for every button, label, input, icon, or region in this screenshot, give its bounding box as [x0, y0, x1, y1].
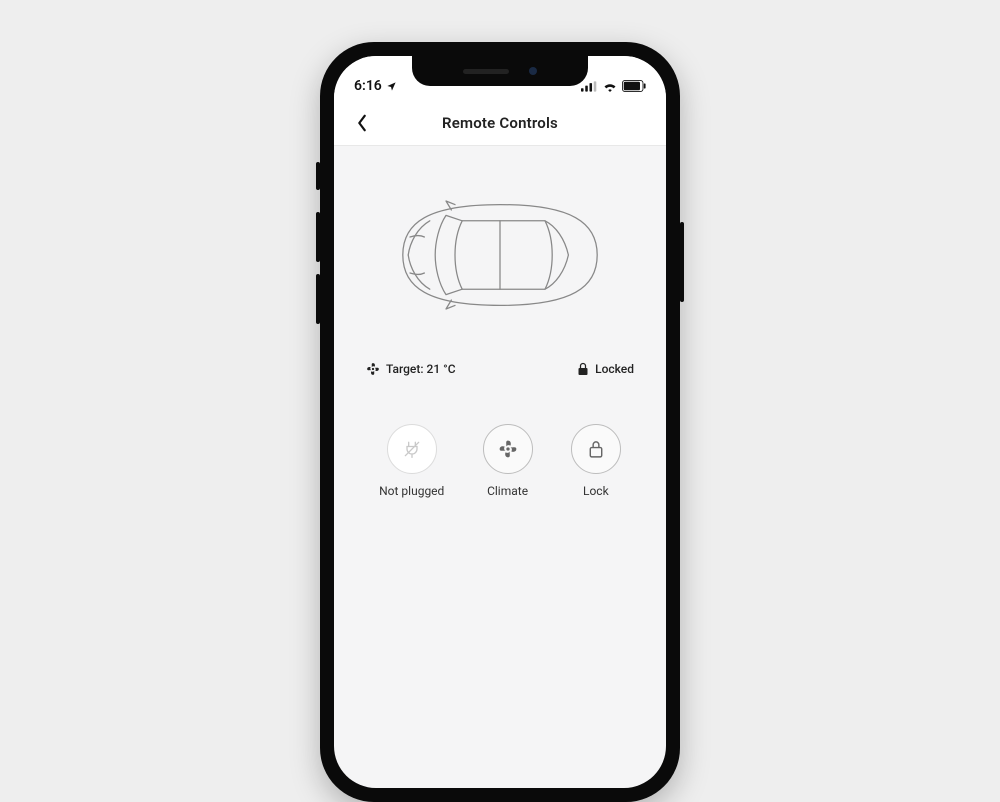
content-area: Target: 21 °C Locked: [334, 146, 666, 498]
lock-status: Locked: [577, 362, 634, 376]
side-button: [316, 212, 320, 262]
status-row: Target: 21 °C Locked: [360, 362, 640, 376]
climate-action-label: Climate: [487, 484, 528, 498]
wifi-icon: [602, 81, 618, 92]
location-icon: [386, 81, 397, 92]
side-button: [316, 274, 320, 324]
chevron-left-icon: [355, 114, 369, 132]
lock-icon: [587, 439, 605, 459]
lock-status-label: Locked: [595, 362, 634, 376]
fan-icon: [498, 439, 518, 459]
lock-action-circle: [571, 424, 621, 474]
climate-status: Target: 21 °C: [366, 362, 456, 376]
climate-action[interactable]: Climate: [483, 424, 533, 498]
phone-notch: [412, 56, 588, 86]
page-title: Remote Controls: [334, 114, 666, 132]
plug-action-circle: [387, 424, 437, 474]
status-time: 6:16: [354, 78, 382, 94]
fan-icon: [366, 362, 380, 376]
actions-row: Not plugged Climate: [360, 424, 640, 498]
plug-action[interactable]: Not plugged: [379, 424, 444, 498]
phone-frame: 6:16: [320, 42, 680, 802]
phone-screen: 6:16: [334, 56, 666, 788]
back-button[interactable]: [348, 109, 376, 137]
side-button: [680, 222, 684, 302]
lock-action-label: Lock: [583, 484, 609, 498]
app-header: Remote Controls: [334, 100, 666, 146]
battery-icon: [622, 80, 646, 92]
plug-action-label: Not plugged: [379, 484, 444, 498]
lock-action[interactable]: Lock: [571, 424, 621, 498]
climate-action-circle: [483, 424, 533, 474]
lock-icon: [577, 362, 589, 376]
side-button: [316, 162, 320, 190]
plug-icon: [402, 439, 422, 459]
car-illustration: [360, 170, 640, 340]
climate-status-label: Target: 21 °C: [386, 362, 456, 376]
signal-icon: [581, 81, 598, 92]
